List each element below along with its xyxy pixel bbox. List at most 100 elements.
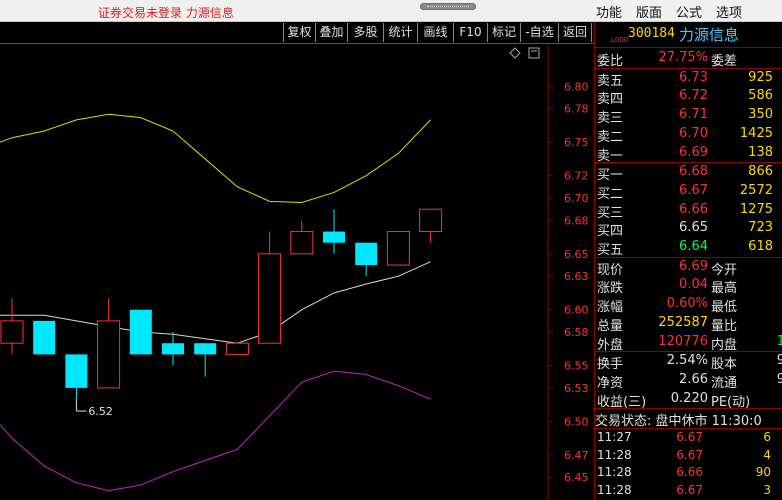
- stat-row[interactable]: 现价 6.69 今开: [595, 258, 782, 278]
- remove-watchlist-button[interactable]: -自选: [520, 23, 558, 42]
- candle-body-up: [225, 342, 249, 355]
- stat-value: 252587: [658, 314, 708, 330]
- stat-extra: 1: [776, 333, 782, 349]
- price-tick-label: 6.75: [564, 136, 589, 149]
- stat2-row[interactable]: 换手 2.54% 股本 9: [595, 352, 782, 373]
- stat2-extra: 9: [776, 371, 782, 387]
- stat-label-2: 最高: [711, 281, 738, 297]
- candle-body-down: [65, 354, 88, 388]
- stat2-extra: 9: [776, 353, 782, 369]
- stat-row[interactable]: 涨跌 0.04 最高: [595, 276, 782, 297]
- bid-volume: 618: [748, 239, 773, 254]
- price-tick-label: 6.60: [564, 304, 589, 317]
- ask-volume: 925: [748, 69, 773, 85]
- kline-svg: 6.80 6.78 6.75 6.72 6.70 6.68 6.65 6.63 6.60 6.58…: [0, 44, 594, 500]
- tick-price: 6.67: [676, 447, 703, 462]
- ask-label: 卖一: [597, 148, 624, 164]
- candle-body-down: [323, 231, 345, 243]
- stat2-row[interactable]: 净资 2.66 流通 9: [595, 371, 782, 391]
- f10-button[interactable]: F10: [453, 23, 487, 42]
- ask-row[interactable]: 卖二 6.70 1425: [595, 125, 782, 145]
- back-button[interactable]: 返回: [558, 23, 592, 42]
- stat-row[interactable]: 涨幅 0.60% 最低: [595, 295, 782, 316]
- stat-row[interactable]: 总量 252587 量比: [595, 314, 782, 334]
- bid-price: 6.68: [679, 164, 708, 180]
- tick-time: 11:28: [597, 465, 632, 479]
- ask-volume: 1425: [739, 125, 773, 141]
- bid-label: 买三: [597, 205, 624, 221]
- stat-label: 涨幅: [597, 300, 624, 316]
- stat-label-2: 量比: [711, 318, 738, 334]
- stat-value: 0.04: [679, 277, 708, 293]
- bid-row[interactable]: 买四 6.65 723: [595, 219, 782, 240]
- bid-volume: 2572: [739, 182, 773, 198]
- menu-options[interactable]: 选项: [716, 2, 742, 21]
- candle-body-up: [0, 320, 24, 344]
- bid-row[interactable]: 买五 6.64 618: [595, 238, 782, 258]
- tick-price: 6.67: [676, 430, 703, 444]
- adjust-button[interactable]: 复权: [283, 23, 315, 42]
- mark-button[interactable]: 标记: [487, 23, 520, 42]
- bid-volume: 1275: [739, 201, 773, 217]
- stat2-label-2: PE(动): [711, 394, 751, 410]
- menu-formula[interactable]: 公式: [676, 2, 702, 21]
- price-tick-label: 6.68: [564, 214, 589, 227]
- ask-volume: 350: [748, 107, 773, 123]
- candle-body-up: [290, 231, 314, 255]
- draw-line-button[interactable]: 画线: [417, 23, 453, 42]
- weibi-row[interactable]: 委比 27.75% 委差: [595, 49, 782, 69]
- kline-chart[interactable]: 6.80 6.78 6.75 6.72 6.70 6.68 6.65 6.63 6.60 6.58…: [0, 44, 594, 500]
- multi-stock-button[interactable]: 多股: [347, 23, 383, 42]
- ask-row[interactable]: 卖四 6.72 586: [595, 87, 782, 107]
- weibi-value: 27.75%: [658, 50, 708, 65]
- menu-function[interactable]: 功能: [596, 2, 622, 21]
- price-tick-label: 6.65: [564, 248, 589, 261]
- stat-label-2: 内盘: [711, 337, 738, 353]
- stat-label: 外盘: [597, 337, 624, 353]
- stat2-label-2: 股本: [711, 357, 738, 373]
- candle-body-down: [162, 343, 184, 355]
- stock-name[interactable]: 力源信息: [679, 24, 739, 45]
- statistics-button[interactable]: 统计: [383, 23, 417, 42]
- ask-row[interactable]: 卖一 6.69 138: [595, 144, 782, 164]
- candle-body-down: [129, 309, 152, 355]
- chart-toolbar: 复权 叠加 多股 统计 画线 F10 标记 -自选 返回: [0, 22, 594, 44]
- tick-row: 11:28 6.67 4: [595, 447, 782, 465]
- login-notice[interactable]: 证券交易未登录 力源信息: [98, 4, 234, 21]
- price-tick-label: 6.80: [564, 80, 589, 93]
- trade-status-row[interactable]: 交易状态: 盘中休市 11:30:0: [595, 409, 782, 430]
- ask-price: 6.69: [679, 144, 708, 160]
- stock-code[interactable]: 300184: [628, 26, 675, 41]
- tick-time: 11:27: [597, 430, 632, 444]
- trade-status: 交易状态: 盘中休市 11:30:0: [595, 414, 762, 430]
- stat2-label: 收益(三): [597, 394, 647, 410]
- stat2-value: 2.66: [679, 371, 708, 387]
- stat-label-2: 今开: [711, 262, 738, 278]
- bid-label: 买一: [597, 168, 624, 184]
- bid-row[interactable]: 买二 6.67 2572: [595, 182, 782, 202]
- ask-row[interactable]: 卖五 6.73 925: [595, 69, 782, 89]
- stat2-row[interactable]: 收益(三) 0.220 PE(动): [595, 390, 782, 410]
- stat2-value: 0.220: [670, 390, 708, 406]
- menu-layout[interactable]: 版面: [636, 2, 662, 21]
- ask-row[interactable]: 卖三 6.71 350: [595, 106, 782, 126]
- tick-volume: 6: [763, 430, 771, 444]
- tick-time: 11:28: [597, 482, 632, 497]
- weicha-label: 委差: [711, 54, 738, 69]
- bid-row[interactable]: 买三 6.66 1275: [595, 201, 782, 221]
- ask-volume: 138: [748, 144, 773, 160]
- bid-price: 6.66: [679, 201, 708, 217]
- price-tick-label: 6.63: [564, 270, 589, 283]
- tick-price: 6.67: [676, 482, 703, 497]
- window-drag-handle[interactable]: [420, 3, 476, 10]
- candle-body-up: [386, 231, 410, 266]
- price-tick-label: 6.50: [564, 415, 589, 428]
- tick-volume: 90: [755, 465, 771, 479]
- bid-price: 6.64: [679, 239, 708, 254]
- bid-label: 买四: [597, 224, 624, 240]
- stat-row[interactable]: 外盘 120776 内盘 1: [595, 333, 782, 353]
- bid-row[interactable]: 买一 6.68 866: [595, 163, 782, 184]
- price-tick-label: 6.45: [564, 471, 589, 484]
- overlay-button[interactable]: 叠加: [315, 23, 347, 42]
- candle-body-up: [97, 320, 121, 389]
